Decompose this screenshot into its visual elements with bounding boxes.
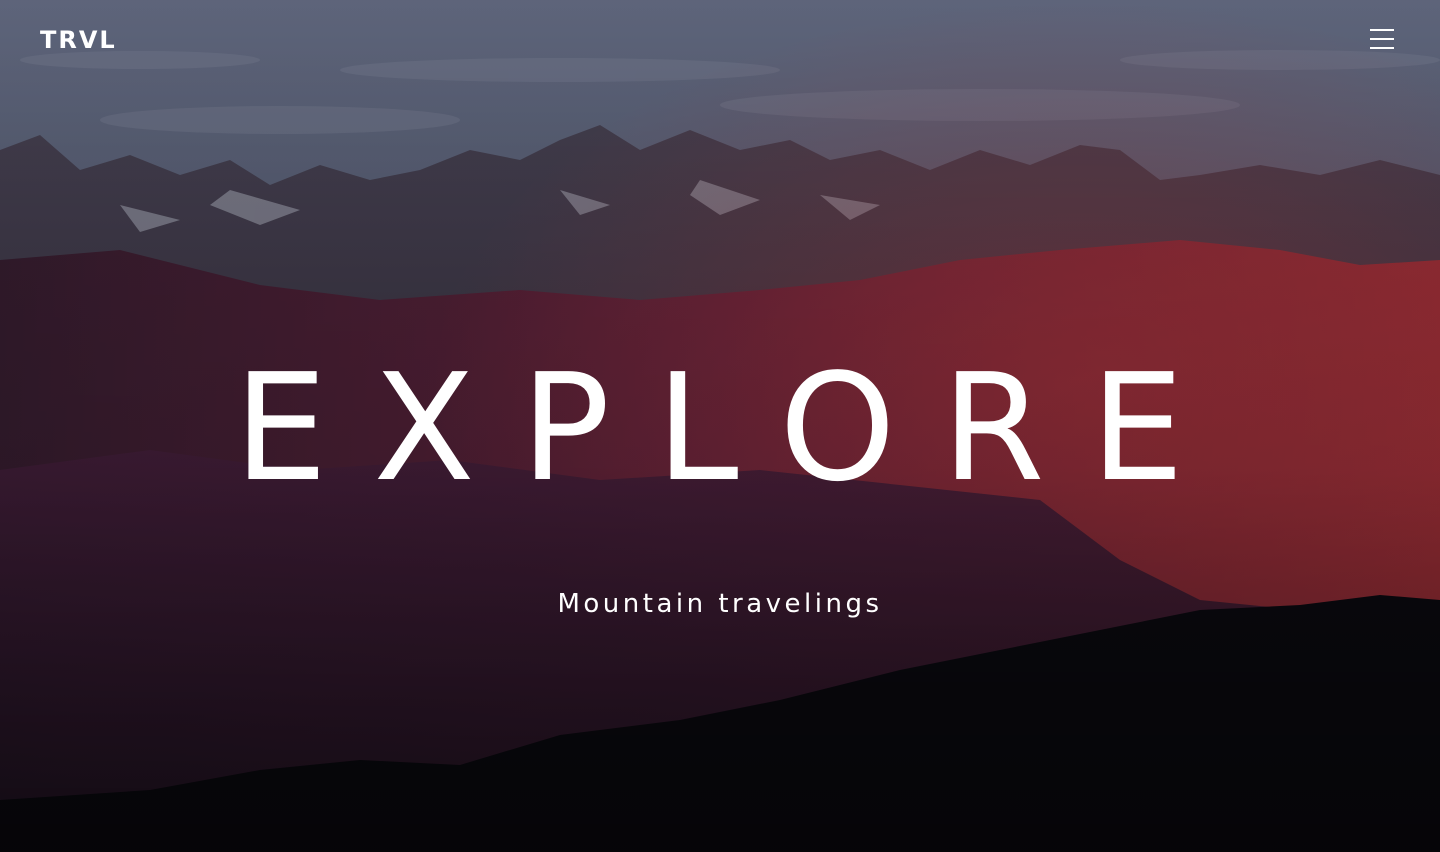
- hamburger-menu-icon: [1370, 29, 1394, 31]
- site-logo[interactable]: TRVL: [40, 25, 117, 55]
- hero-section: TRVL EXPLORE Mountain travelings: [0, 0, 1440, 852]
- hamburger-menu-icon-line: [1370, 47, 1394, 49]
- hero-headline: EXPLORE: [233, 342, 1231, 514]
- menu-button[interactable]: [1366, 26, 1398, 54]
- hero-tagline: Mountain travelings: [557, 589, 883, 619]
- hamburger-menu-icon-line: [1370, 38, 1394, 40]
